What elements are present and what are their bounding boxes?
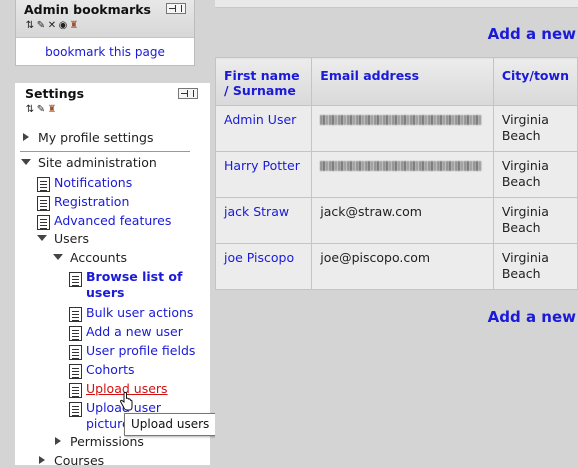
tree-item-add-user[interactable]: Add a new user — [86, 324, 183, 340]
tree-item-bulk-actions[interactable]: Bulk user actions — [86, 305, 193, 321]
block-title: Settings — [25, 86, 85, 101]
tree-item-advanced-features[interactable]: Advanced features — [54, 213, 171, 229]
block-header: Settings ⇅ ✎♜ — [15, 83, 210, 121]
tree-item-browse-users-line1[interactable]: Browse list of — [86, 269, 182, 285]
bookmark-this-page-link[interactable]: bookmark this page — [16, 45, 194, 59]
edit-icon[interactable]: ✎ — [36, 104, 47, 115]
user-name-link[interactable]: Admin User — [224, 112, 296, 127]
hand-cursor-icon — [119, 392, 133, 411]
page-icon — [69, 402, 82, 417]
column-header-city[interactable]: City/town — [492, 57, 578, 106]
page-icon — [37, 177, 50, 192]
tree-item-courses[interactable]: Courses — [54, 453, 104, 468]
table-row: jack Straw jack@straw.com Virginia Beach — [214, 197, 578, 244]
tree-item-my-profile[interactable]: My profile settings — [38, 130, 153, 145]
delete-icon[interactable]: ✕ — [47, 20, 58, 31]
table-row: Admin User Virginia Beach — [214, 105, 578, 152]
block-controls: ⇅ ✎♜ — [25, 104, 58, 115]
roles-icon[interactable]: ♜ — [69, 20, 80, 31]
table-header-row: First name / Surname Email address City/… — [214, 57, 578, 106]
block-header: Admin bookmarks ⇅ ✎ ✕◉♜ — [16, 0, 194, 38]
tree-item-site-admin[interactable]: Site administration — [38, 155, 157, 170]
city-cell: Virginia Beach — [492, 105, 578, 152]
column-header-email[interactable]: Email address — [311, 57, 494, 106]
redacted-email — [320, 161, 483, 171]
page-icon — [37, 196, 50, 211]
page-icon — [69, 345, 82, 360]
tree-item-cohorts[interactable]: Cohorts — [86, 362, 135, 378]
collapsed-arrow-icon[interactable] — [23, 133, 29, 141]
city-cell: Virginia Beach — [492, 151, 578, 198]
table-row: joe Piscopo joe@piscopo.com Virginia Bea… — [214, 243, 578, 290]
top-panel — [215, 0, 578, 8]
tree-item-browse-users-line2[interactable]: users — [86, 285, 124, 301]
redacted-email — [320, 115, 483, 125]
expanded-arrow-icon[interactable] — [21, 159, 31, 165]
tree-item-registration[interactable]: Registration — [54, 194, 129, 210]
city-cell: Virginia Beach — [492, 243, 578, 290]
page-icon — [69, 307, 82, 322]
block-controls: ⇅ ✎ ✕◉♜ — [25, 20, 80, 31]
city-cell: Virginia Beach — [492, 197, 578, 244]
main-content: Add a new First name / Surname Email add… — [214, 0, 578, 465]
tree-item-permissions[interactable]: Permissions — [70, 434, 144, 449]
expanded-arrow-icon[interactable] — [53, 254, 63, 260]
add-new-user-link-bottom[interactable]: Add a new — [488, 308, 576, 326]
tooltip: Upload users — [124, 413, 217, 436]
page-icon — [69, 383, 82, 398]
add-new-user-link-top[interactable]: Add a new — [488, 25, 576, 43]
expanded-arrow-icon[interactable] — [37, 235, 47, 241]
edit-icon[interactable]: ✎ — [36, 20, 47, 31]
email-cell — [311, 105, 494, 152]
dock-icon[interactable] — [178, 88, 198, 99]
roles-icon[interactable]: ♜ — [47, 104, 58, 115]
tree-item-users[interactable]: Users — [54, 231, 89, 246]
collapsed-arrow-icon[interactable] — [55, 437, 61, 445]
page-icon — [37, 215, 50, 230]
user-name-link[interactable]: Harry Potter — [224, 158, 300, 173]
tree-item-profile-fields[interactable]: User profile fields — [86, 343, 195, 359]
admin-bookmarks-block: Admin bookmarks ⇅ ✎ ✕◉♜ bookmark this page — [15, 0, 195, 66]
page-icon — [69, 364, 82, 379]
user-name-link[interactable]: joe Piscopo — [224, 250, 294, 265]
user-name-link[interactable]: jack Straw — [224, 204, 289, 219]
page-icon — [69, 326, 82, 341]
tree-item-accounts[interactable]: Accounts — [70, 250, 127, 265]
column-header-name[interactable]: First name / Surname — [214, 57, 313, 106]
move-icon[interactable]: ⇅ — [25, 104, 36, 115]
users-table: First name / Surname Email address City/… — [214, 57, 578, 290]
dock-icon[interactable] — [166, 3, 186, 14]
eye-icon[interactable]: ◉ — [58, 20, 69, 31]
page-icon — [69, 272, 82, 287]
table-row: Harry Potter Virginia Beach — [214, 151, 578, 198]
divider — [20, 151, 190, 152]
email-cell: jack@straw.com — [311, 197, 494, 244]
collapsed-arrow-icon[interactable] — [39, 456, 45, 464]
left-column: Admin bookmarks ⇅ ✎ ✕◉♜ bookmark this page… — [0, 0, 217, 468]
move-icon[interactable]: ⇅ — [25, 20, 36, 31]
email-cell: joe@piscopo.com — [311, 243, 494, 290]
tree-item-notifications[interactable]: Notifications — [54, 175, 132, 191]
block-title: Admin bookmarks — [24, 2, 151, 17]
email-cell — [311, 151, 494, 198]
